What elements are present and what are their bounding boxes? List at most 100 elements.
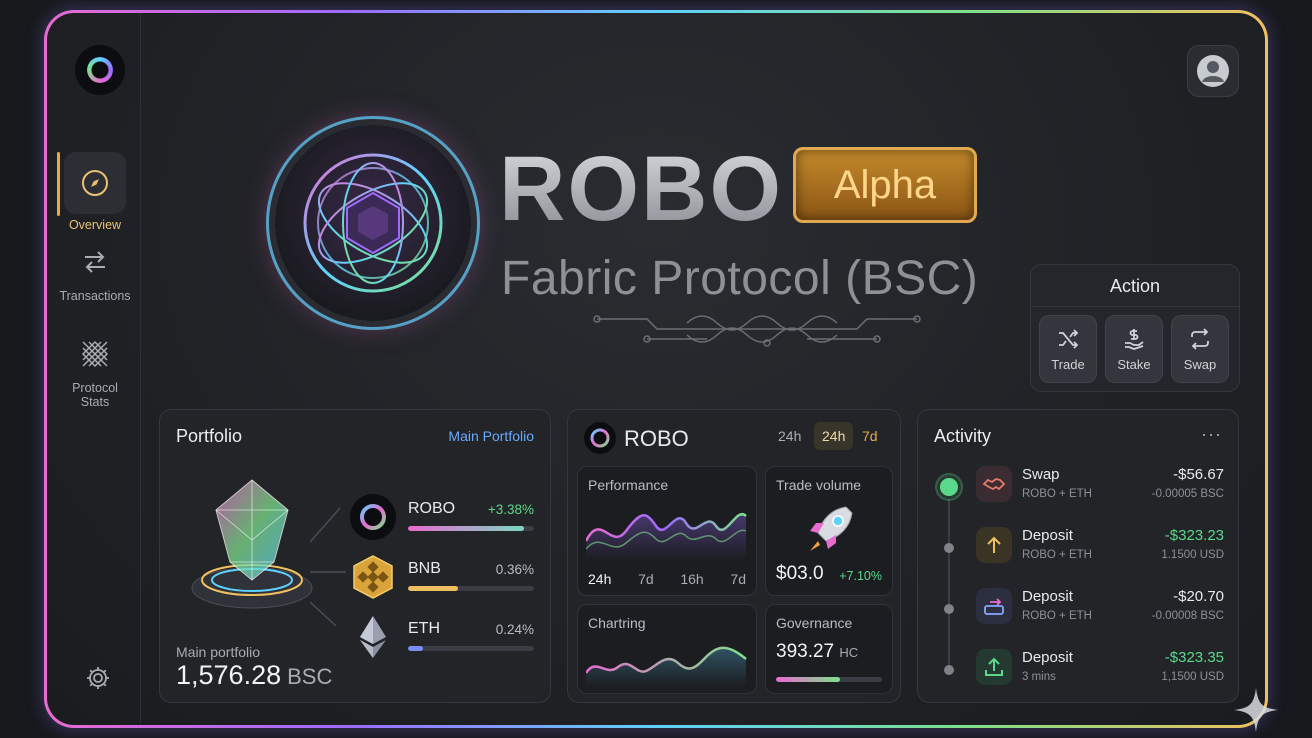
robo-market-card: ROBO 24h 24h 7d Performance 24h 7d 16h 7… xyxy=(567,409,901,703)
asset-change: 0.36% xyxy=(495,562,534,577)
activity-amount-sub: -0.00008 BSC xyxy=(1151,610,1224,622)
robo-coin-emblem xyxy=(275,125,471,321)
tick-label[interactable]: 7d xyxy=(730,571,746,587)
tick-label[interactable]: 16h xyxy=(680,571,703,587)
hero-subtitle: Fabric Protocol (BSC) xyxy=(501,252,979,305)
arrows-swap-icon xyxy=(64,239,126,285)
activity-pair: ROBO + ETH xyxy=(1022,610,1092,622)
asset-name: ETH xyxy=(408,620,440,637)
governance-panel: Governance 393.27 HC xyxy=(765,604,893,694)
activity-type: Deposit xyxy=(1022,588,1073,605)
circuit-ornament-icon xyxy=(593,315,921,347)
trade-volume-panel: Trade volume $03.0 +7.10% xyxy=(765,466,893,596)
app-logo[interactable] xyxy=(75,45,125,95)
tick-label[interactable]: 7d xyxy=(638,571,654,587)
sparkle-icon xyxy=(1234,688,1278,732)
activity-row[interactable]: Swap ROBO + ETH -$56.67 -0.00005 BSC xyxy=(918,464,1240,514)
swap-label: Swap xyxy=(1183,356,1217,372)
asset-name: ROBO xyxy=(408,500,456,517)
chartring-sparkline xyxy=(586,646,747,687)
action-panel: Action Trade Stake Swap xyxy=(1030,264,1240,392)
activity-type: Deposit xyxy=(1022,649,1073,666)
bnb-token-icon xyxy=(350,554,396,600)
timeline-dot xyxy=(944,665,954,675)
transfer-icon xyxy=(976,588,1012,624)
asset-allocation-bar xyxy=(408,526,534,531)
governance-progress xyxy=(776,677,882,682)
asset-change: +3.38% xyxy=(487,502,534,517)
swap-cycle-icon xyxy=(1191,327,1209,350)
crystal-emblem-icon xyxy=(303,153,443,293)
robo-token-icon xyxy=(350,494,396,540)
activity-type: Deposit xyxy=(1022,527,1073,544)
total-amount: 1,576.28 xyxy=(176,660,282,690)
timeline-dot xyxy=(944,543,954,553)
rocket-icon xyxy=(810,506,853,551)
crystal-gem-icon xyxy=(191,479,313,609)
activity-card: Activity ··· Swap ROBO + ETH -$56.67 -0.… xyxy=(917,409,1239,703)
activity-pair: ROBO + ETH xyxy=(1022,549,1092,561)
grid-pattern-icon xyxy=(64,331,126,377)
sidebar-item-protocol-stats[interactable]: Protocol Stats xyxy=(53,331,137,409)
timeframe-7d[interactable]: 7d xyxy=(854,422,886,450)
total-unit: BSC xyxy=(287,664,333,689)
sidebar-item-label: Transactions xyxy=(59,289,131,303)
performance-sparkline xyxy=(586,512,747,561)
action-title: Action xyxy=(1031,265,1239,307)
handshake-icon xyxy=(976,466,1012,502)
asset-robo[interactable]: ROBO +3.38% xyxy=(350,494,534,544)
activity-amount-sub: 1,1500 USD xyxy=(1161,671,1224,683)
timeframe-24h[interactable]: 24h xyxy=(770,422,809,450)
activity-amount-sub: 1.1500 USD xyxy=(1161,549,1224,561)
total-value: 1,576.28 BSC xyxy=(176,660,332,691)
swap-button[interactable]: Swap xyxy=(1171,315,1229,383)
more-options-icon[interactable]: ··· xyxy=(1201,424,1222,445)
hero-title: ROBO xyxy=(499,138,783,240)
activity-row[interactable]: Deposit ROBO + ETH -$20.70 -0.00008 BSC xyxy=(918,586,1240,636)
app-frame: Overview Transactions Protocol Stats ROB… xyxy=(44,10,1268,728)
activity-amount-sub: -0.00005 BSC xyxy=(1151,488,1224,500)
trade-volume-title: Trade volume xyxy=(776,477,862,493)
main-portfolio-link[interactable]: Main Portfolio xyxy=(448,428,534,444)
chartring-title: Chartring xyxy=(588,615,646,631)
gear-icon[interactable] xyxy=(85,665,111,696)
asset-bnb[interactable]: BNB 0.36% xyxy=(350,554,534,604)
activity-amount: -$323.23 xyxy=(1164,527,1224,544)
upload-icon xyxy=(976,649,1012,685)
activity-pair: ROBO + ETH xyxy=(1022,488,1092,500)
sidebar-item-overview[interactable]: Overview xyxy=(53,152,137,232)
user-avatar[interactable] xyxy=(1187,45,1239,97)
sidebar-item-label: Overview xyxy=(68,218,122,232)
activity-row[interactable]: Deposit 3 mins -$323.35 1,1500 USD xyxy=(918,647,1240,697)
asset-eth[interactable]: ETH 0.24% xyxy=(350,614,534,664)
performance-ticks: 24h 7d 16h 7d xyxy=(588,571,746,587)
tick-label[interactable]: 24h xyxy=(588,571,611,587)
connector-lines xyxy=(310,507,346,627)
activity-time: 3 mins xyxy=(1022,671,1056,683)
timeframe-24h-selected[interactable]: 24h xyxy=(814,422,854,450)
robo-card-title: ROBO xyxy=(624,426,689,451)
trade-volume-change: +7.10% xyxy=(839,569,882,583)
alpha-badge: Alpha xyxy=(793,147,977,223)
trade-button[interactable]: Trade xyxy=(1039,315,1097,383)
activity-amount: -$323.35 xyxy=(1164,649,1224,666)
user-icon xyxy=(1197,55,1229,87)
stake-button[interactable]: Stake xyxy=(1105,315,1163,383)
compass-icon xyxy=(64,152,126,214)
asset-name: BNB xyxy=(408,560,441,577)
governance-title: Governance xyxy=(776,615,853,631)
governance-amount: 393.27 xyxy=(776,641,835,662)
sidebar-item-label: Protocol Stats xyxy=(72,381,118,409)
portfolio-title: Portfolio xyxy=(176,426,243,446)
activity-row[interactable]: Deposit ROBO + ETH -$323.23 1.1500 USD xyxy=(918,525,1240,575)
portfolio-card: Portfolio Main Portfolio ROBO +3.38% BNB… xyxy=(159,409,551,703)
performance-panel: Performance 24h 7d 16h 7d xyxy=(577,466,757,596)
performance-title: Performance xyxy=(588,477,669,493)
governance-value: 393.27 HC xyxy=(776,641,858,663)
robo-token-icon xyxy=(584,422,616,454)
trade-volume-value: $03.0 xyxy=(776,563,824,584)
dollar-hand-icon xyxy=(1125,328,1144,350)
sidebar: Overview Transactions Protocol Stats xyxy=(47,13,141,725)
sidebar-item-transactions[interactable]: Transactions xyxy=(53,239,137,303)
shuffle-icon xyxy=(1059,328,1079,349)
